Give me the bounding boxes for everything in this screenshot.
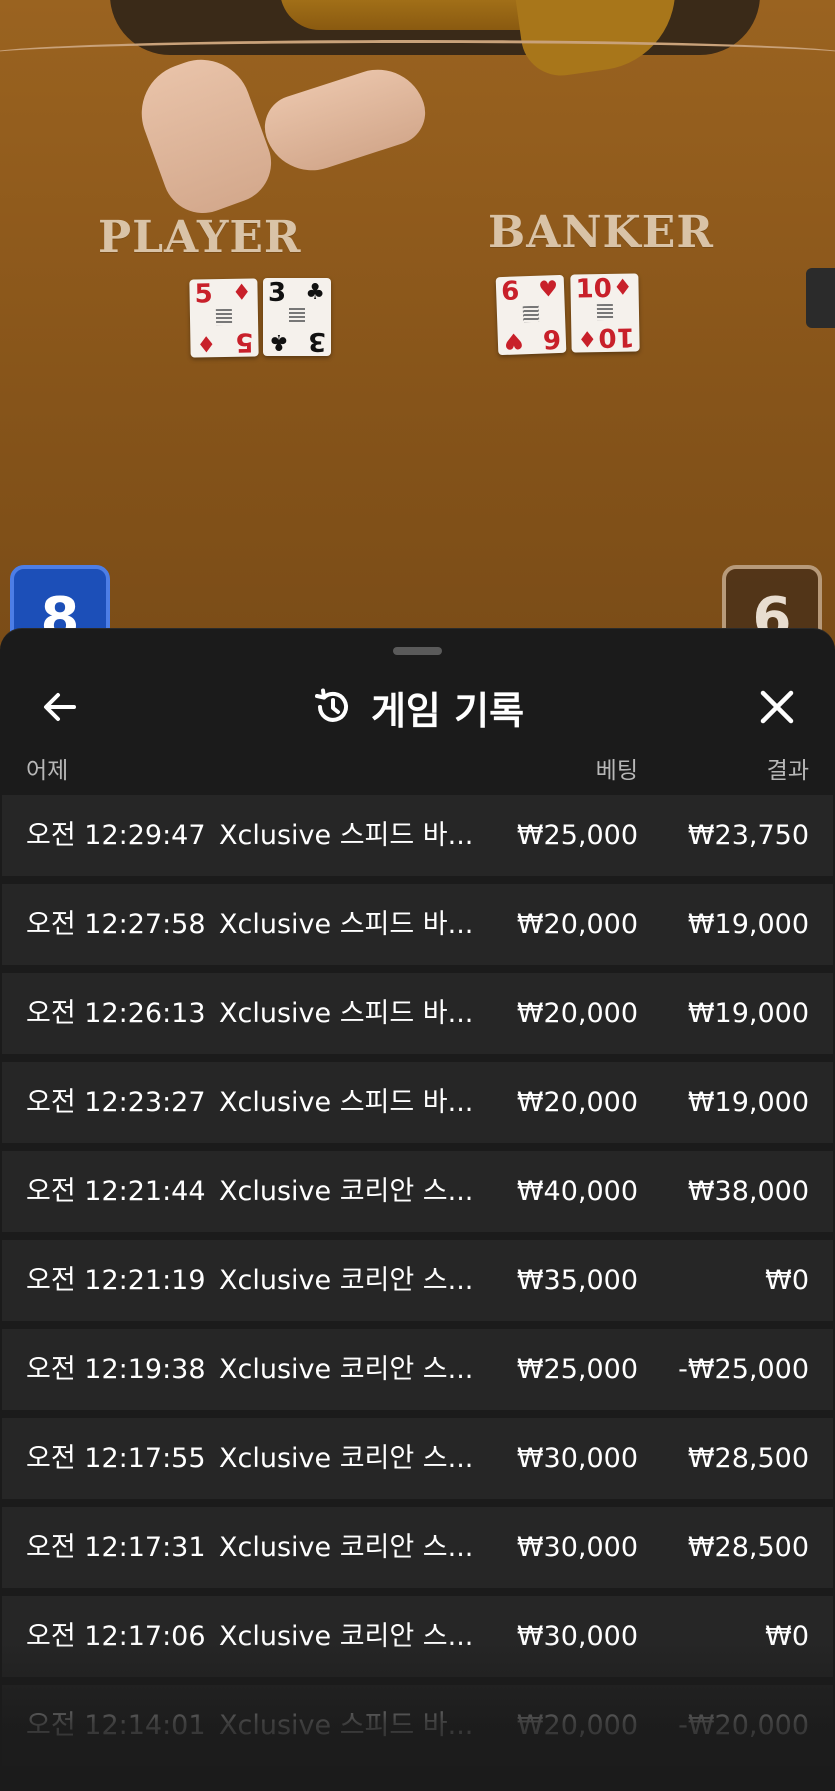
- row-time: 오전 12:17:31: [26, 1532, 206, 1563]
- live-video-feed: PLAYER BANKER 5 ♦ 5 ♦ 3 ♣ 3 ♣ 6 ♥ 6 ♥ 10…: [0, 0, 835, 660]
- table-edge: [0, 40, 835, 70]
- player-card-2: 3 ♣ 3 ♣: [263, 278, 331, 356]
- banker-card-1: 6 ♥ 6 ♥: [495, 274, 567, 356]
- history-row[interactable]: 오전 12:21:44 Xclusive 코리안 스... ₩40,000 ₩3…: [2, 1151, 833, 1232]
- history-row[interactable]: 오전 12:26:13 Xclusive 스피드 바... ₩20,000 ₩1…: [2, 973, 833, 1054]
- history-row[interactable]: 오전 12:17:06 Xclusive 코리안 스... ₩30,000 ₩0: [2, 1596, 833, 1677]
- row-time: 오전 12:21:44: [26, 1176, 206, 1207]
- card-rank: 10: [575, 273, 613, 305]
- row-bet: ₩20,000: [516, 1710, 638, 1741]
- player-felt-label: PLAYER: [98, 212, 302, 263]
- row-bet: ₩20,000: [516, 1087, 638, 1118]
- row-game: Xclusive 코리안 스...: [219, 1621, 474, 1652]
- row-result: ₩23,750: [687, 820, 809, 851]
- history-row[interactable]: 오전 12:29:47 Xclusive 스피드 바... ₩25,000 ₩2…: [2, 795, 833, 876]
- player-card-1: 5 ♦ 5 ♦: [189, 278, 259, 358]
- row-bet: ₩20,000: [516, 998, 638, 1029]
- row-bet: ₩20,000: [516, 909, 638, 940]
- card-suit-bottom: ♦: [196, 330, 217, 356]
- row-result: ₩19,000: [687, 998, 809, 1029]
- row-result: -₩25,000: [678, 1354, 809, 1385]
- row-game: Xclusive 코리안 스...: [219, 1354, 474, 1385]
- card-suit-bottom: ♥: [503, 327, 525, 353]
- history-list: 오전 12:29:47 Xclusive 스피드 바... ₩25,000 ₩2…: [0, 795, 835, 1774]
- history-row[interactable]: 오전 12:27:58 Xclusive 스피드 바... ₩20,000 ₩1…: [2, 884, 833, 965]
- row-result: ₩19,000: [687, 1087, 809, 1118]
- card-suit: ♦: [612, 275, 633, 301]
- history-row[interactable]: 오전 12:14:01 Xclusive 스피드 바... ₩20,000 -₩…: [2, 1685, 833, 1766]
- card-suit: ♦: [231, 280, 252, 306]
- close-icon: [760, 690, 794, 724]
- card-rank: 3: [268, 278, 287, 308]
- column-header-bet: 베팅: [595, 758, 638, 784]
- column-header-date: 어제: [26, 758, 69, 784]
- sheet-drag-handle[interactable]: [393, 647, 442, 655]
- row-bet: ₩25,000: [516, 820, 638, 851]
- history-row[interactable]: 오전 12:23:27 Xclusive 스피드 바... ₩20,000 ₩1…: [2, 1062, 833, 1143]
- row-bet: ₩40,000: [516, 1176, 638, 1207]
- row-time: 오전 12:17:55: [26, 1443, 206, 1474]
- row-time: 오전 12:14:01: [26, 1710, 206, 1741]
- card-shoe: [806, 268, 835, 328]
- card-suit: ♥: [537, 277, 559, 303]
- banker-felt-label: BANKER: [488, 207, 714, 258]
- row-game: Xclusive 코리안 스...: [219, 1532, 474, 1563]
- history-row[interactable]: 오전 12:17:31 Xclusive 코리안 스... ₩30,000 ₩2…: [2, 1507, 833, 1588]
- card-suit: ♣: [305, 280, 325, 305]
- row-game: Xclusive 스피드 바...: [219, 1087, 474, 1118]
- row-time: 오전 12:23:27: [26, 1087, 206, 1118]
- card-barcode: [596, 303, 614, 321]
- row-bet: ₩25,000: [516, 1354, 638, 1385]
- column-header-result: 결과: [766, 758, 809, 784]
- card-suit-bottom: ♦: [577, 325, 598, 351]
- card-barcode: [289, 308, 305, 324]
- card-barcode: [215, 308, 233, 326]
- row-game: Xclusive 코리안 스...: [219, 1176, 474, 1207]
- row-game: Xclusive 스피드 바...: [219, 998, 474, 1029]
- history-row[interactable]: 오전 12:19:38 Xclusive 코리안 스... ₩25,000 -₩…: [2, 1329, 833, 1410]
- close-button[interactable]: [755, 685, 799, 729]
- row-game: Xclusive 코리안 스...: [219, 1265, 474, 1296]
- card-barcode: [522, 305, 540, 323]
- card-rank-bottom: 10: [597, 321, 635, 353]
- history-row[interactable]: 오전 12:21:19 Xclusive 코리안 스... ₩35,000 ₩0: [2, 1240, 833, 1321]
- row-result: ₩0: [765, 1265, 809, 1296]
- card-rank: 5: [194, 279, 213, 310]
- row-result: ₩28,500: [687, 1443, 809, 1474]
- dealer-left-hand: [127, 45, 283, 225]
- row-time: 오전 12:17:06: [26, 1621, 206, 1652]
- row-game: Xclusive 코리안 스...: [219, 1443, 474, 1474]
- row-result: -₩20,000: [678, 1710, 809, 1741]
- row-time: 오전 12:19:38: [26, 1354, 206, 1385]
- row-result: ₩28,500: [687, 1532, 809, 1563]
- row-bet: ₩30,000: [516, 1443, 638, 1474]
- row-bet: ₩30,000: [516, 1532, 638, 1563]
- card-rank: 6: [500, 276, 520, 308]
- card-rank-bottom: 6: [542, 322, 562, 354]
- row-time: 오전 12:29:47: [26, 820, 206, 851]
- row-time: 오전 12:21:19: [26, 1265, 206, 1296]
- row-game: Xclusive 스피드 바...: [219, 909, 474, 940]
- history-row[interactable]: 오전 12:17:55 Xclusive 코리안 스... ₩30,000 ₩2…: [2, 1418, 833, 1499]
- banker-card-2: 10 ♦ 10 ♦: [570, 273, 640, 353]
- card-rank-bottom: 3: [307, 326, 326, 356]
- row-result: ₩19,000: [687, 909, 809, 940]
- row-bet: ₩30,000: [516, 1621, 638, 1652]
- sheet-title: 게임 기록: [370, 688, 525, 733]
- row-time: 오전 12:26:13: [26, 998, 206, 1029]
- card-rank-bottom: 5: [235, 326, 254, 357]
- row-bet: ₩35,000: [516, 1265, 638, 1296]
- sheet-header: 게임 기록: [0, 679, 835, 735]
- row-result: ₩38,000: [687, 1176, 809, 1207]
- row-time: 오전 12:27:58: [26, 909, 206, 940]
- row-game: Xclusive 스피드 바...: [219, 1710, 474, 1741]
- row-game: Xclusive 스피드 바...: [219, 820, 474, 851]
- game-history-sheet: 게임 기록 어제 베팅 결과 오전 12:29:47 Xclusive 스피드 …: [0, 628, 835, 1791]
- dealer-right-hand: [256, 57, 434, 183]
- row-result: ₩0: [765, 1621, 809, 1652]
- history-icon: [314, 688, 348, 722]
- card-suit-bottom: ♣: [269, 329, 289, 354]
